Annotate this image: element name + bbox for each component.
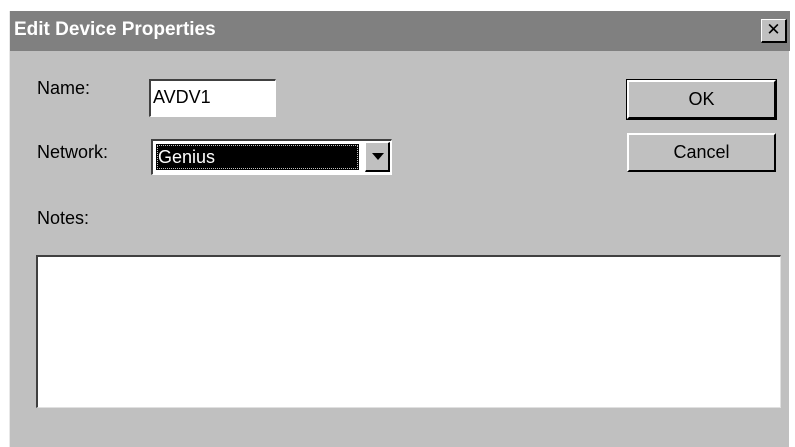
name-field[interactable]: AVDV1 — [149, 79, 276, 117]
network-selected-value: Genius — [156, 144, 359, 170]
close-button[interactable]: ✕ — [761, 19, 787, 43]
edit-device-properties-dialog: Edit Device Properties ✕ Name: AVDV1 Net… — [9, 11, 790, 447]
network-dropdown-button[interactable] — [365, 142, 390, 172]
dialog-title: Edit Device Properties — [14, 19, 216, 40]
close-icon: ✕ — [766, 20, 781, 40]
network-label: Network: — [37, 142, 109, 162]
notes-textarea[interactable] — [36, 255, 781, 408]
network-select[interactable]: Genius — [151, 139, 392, 175]
name-label: Name: — [37, 78, 91, 98]
notes-label: Notes: — [37, 208, 90, 228]
cancel-button[interactable]: Cancel — [627, 133, 776, 172]
ok-button[interactable]: OK — [626, 79, 777, 120]
title-bar[interactable]: Edit Device Properties ✕ — [10, 11, 790, 51]
chevron-down-icon — [372, 153, 384, 160]
